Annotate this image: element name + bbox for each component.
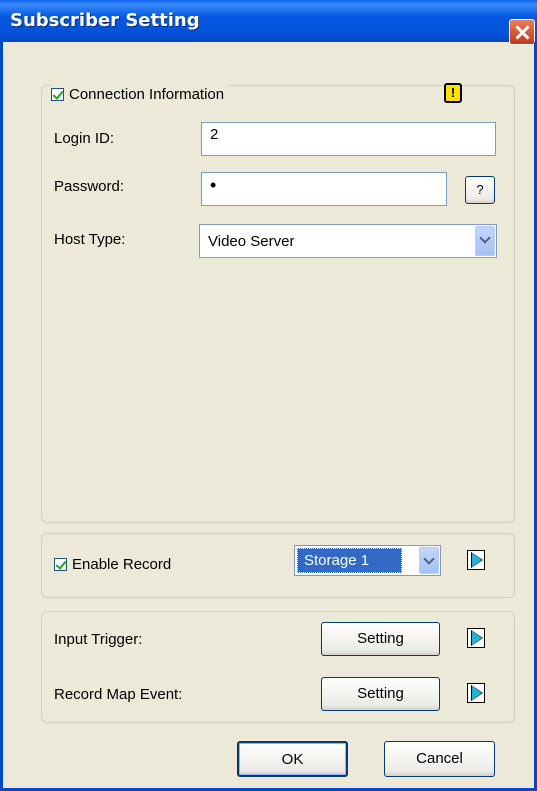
window-title: Subscriber Setting — [10, 10, 200, 31]
ok-button[interactable]: OK — [237, 741, 348, 777]
cancel-button[interactable]: Cancel — [384, 741, 495, 777]
connection-checkbox-label: Connection Information — [69, 85, 225, 103]
input-trigger-setting-button[interactable]: Setting — [321, 622, 440, 656]
window-frame-left — [0, 42, 3, 791]
enable-record-checkbox[interactable] — [54, 557, 67, 571]
record-map-event-label: Record Map Event: — [54, 686, 183, 703]
login-id-label: Login ID: — [54, 130, 115, 147]
storage-select[interactable]: Storage 1 — [294, 545, 441, 576]
enable-record-checkbox-row[interactable]: Enable Record — [54, 552, 176, 576]
password-help-button[interactable]: ? — [465, 176, 495, 204]
password-label: Password: — [54, 178, 125, 195]
input-trigger-play-icon[interactable] — [467, 628, 485, 648]
connection-checkbox-row[interactable]: Connection Information — [51, 82, 229, 106]
enable-record-label: Enable Record — [72, 555, 172, 573]
record-map-play-icon[interactable] — [467, 683, 485, 703]
warning-icon: ! — [444, 83, 462, 103]
close-button[interactable] — [509, 19, 535, 45]
host-type-value: Video Server — [208, 233, 295, 250]
chevron-down-icon[interactable] — [475, 226, 495, 256]
login-id-input[interactable]: 2 — [201, 122, 496, 156]
input-trigger-label: Input Trigger: — [54, 631, 143, 648]
title-bar[interactable]: Subscriber Setting — [0, 0, 537, 42]
host-type-select[interactable]: Video Server — [199, 224, 497, 258]
record-map-setting-button[interactable]: Setting — [321, 677, 440, 711]
connection-checkbox[interactable] — [51, 87, 64, 101]
chevron-down-icon[interactable] — [419, 547, 439, 574]
storage-value: Storage 1 — [297, 548, 402, 573]
password-input[interactable]: • — [201, 172, 447, 206]
trigger-group — [41, 611, 515, 723]
host-type-label: Host Type: — [54, 231, 126, 248]
storage-play-icon[interactable] — [467, 550, 485, 570]
